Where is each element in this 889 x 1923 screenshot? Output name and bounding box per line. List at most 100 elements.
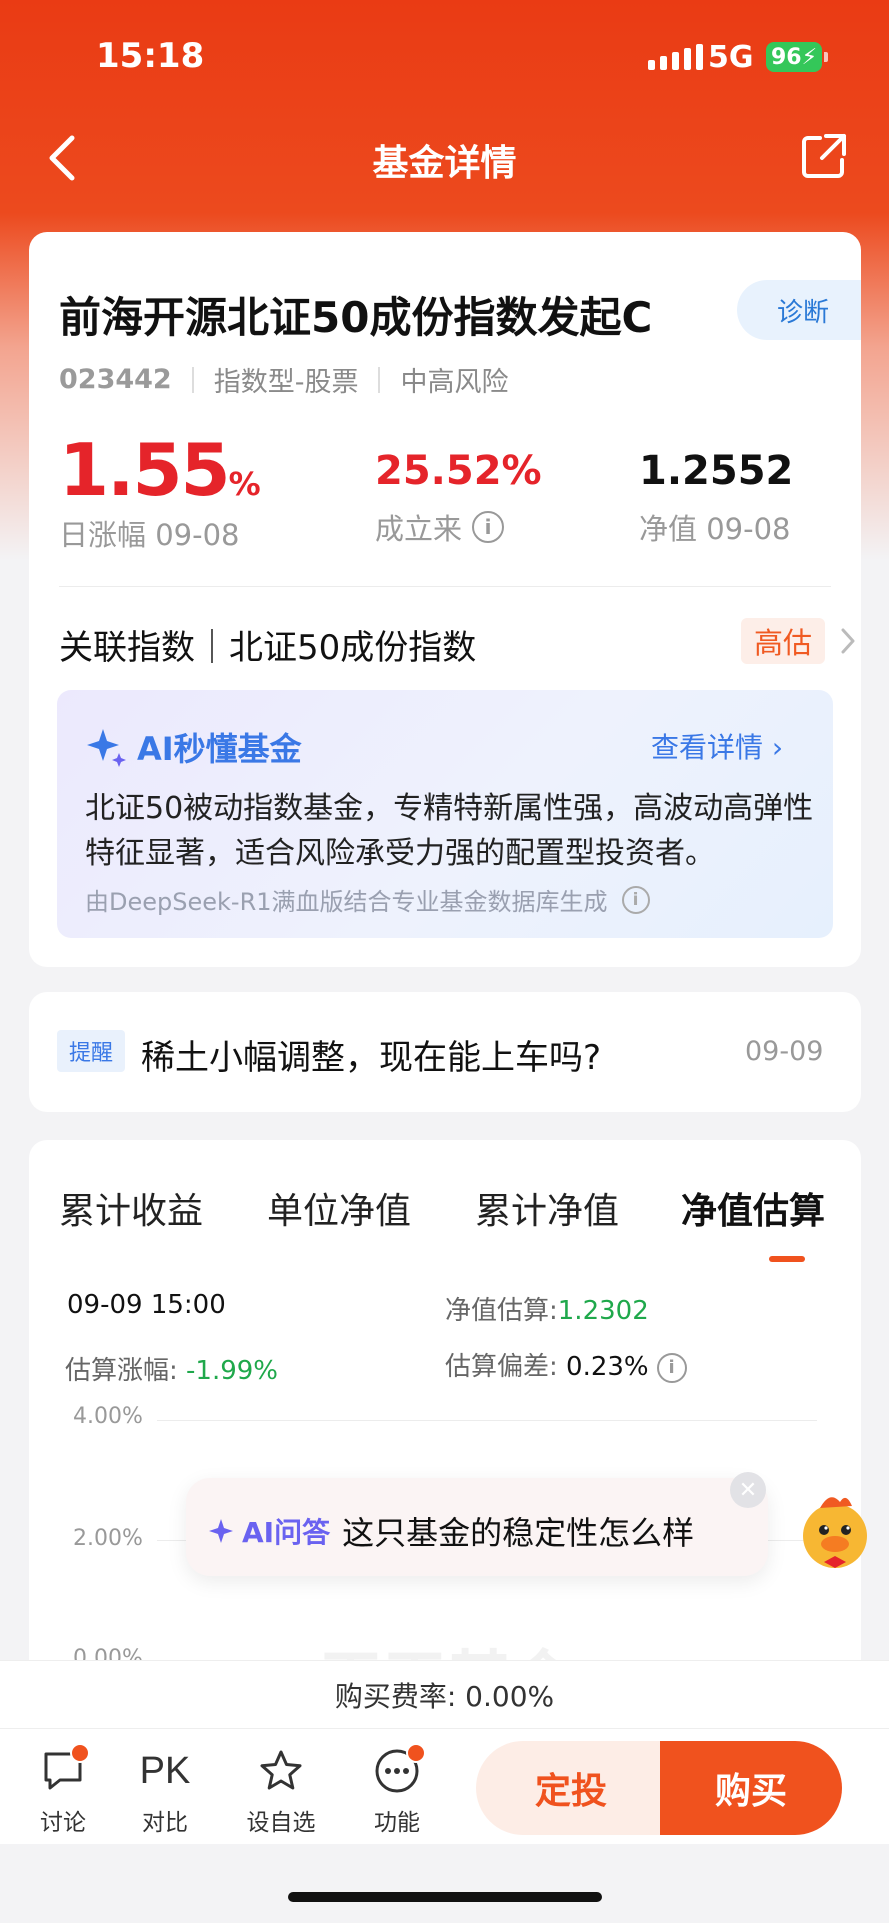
fund-code: 023442: [59, 364, 172, 395]
nav-stat: 1.2552 净值 09-08: [639, 448, 793, 548]
ai-summary-box[interactable]: AI秒懂基金 查看详情 › 北证50被动指数基金，专精特新属性强，高波动高弹性特…: [57, 690, 833, 938]
ai-summary-title: AI秒懂基金: [137, 730, 302, 768]
signal-strength-icon: [648, 44, 703, 70]
status-time: 15:18: [96, 36, 205, 76]
home-indicator[interactable]: [288, 1892, 602, 1902]
reminder-date: 09-09: [745, 1036, 824, 1067]
since-inception-value: 25.52%: [375, 448, 542, 494]
purchase-fee-text: 购买费率: 0.00%: [334, 1680, 555, 1713]
divider: [59, 586, 831, 587]
pk-icon: PK: [139, 1749, 191, 1792]
chevron-right-icon: [839, 626, 857, 664]
y-axis-label: 4.00%: [73, 1404, 143, 1429]
related-index-text: 关联指数｜北证50成份指数: [59, 628, 477, 668]
view-details-link[interactable]: 查看详情 ›: [651, 726, 783, 766]
estimate-change-value: -1.99%: [186, 1356, 279, 1386]
meta-divider: [378, 366, 381, 393]
estimate-time: 09-09 15:00: [67, 1290, 226, 1320]
grid-line: [157, 1420, 817, 1421]
diagnose-button[interactable]: 诊断: [737, 280, 861, 340]
daily-change-label: 日涨幅 09-08: [59, 518, 240, 552]
daily-change-unit: %: [228, 465, 261, 503]
functions-button[interactable]: 功能: [352, 1743, 442, 1837]
network-label: 5G: [708, 40, 754, 75]
ai-summary-footer: 由DeepSeek-R1满血版结合专业基金数据库生成 i: [85, 882, 650, 917]
estimate-deviation-label: 估算偏差:: [445, 1352, 558, 1382]
chart-tabs: 累计收益 单位净值 累计净值 净值估算: [59, 1182, 859, 1262]
since-inception-label: 成立来: [375, 512, 463, 546]
ai-ask-content: AI问答 这只基金的稳定性怎么样: [208, 1508, 694, 1554]
related-index-row[interactable]: 关联指数｜北证50成份指数 高估: [59, 610, 859, 670]
tab-cumulative-nav[interactable]: 累计净值: [475, 1182, 619, 1234]
bottom-action-bar: 讨论 PK 对比 设自选 功能 定投 购买: [0, 1728, 889, 1844]
info-icon[interactable]: i: [472, 511, 505, 543]
functions-icon-wrap: [352, 1743, 442, 1799]
performance-chart-card: 累计收益 单位净值 累计净值 净值估算 09-09 15:00 净值估算:1.2…: [29, 1140, 861, 1719]
nav-value: 1.2552: [639, 448, 794, 494]
fund-meta: 023442 指数型-股票 中高风险: [59, 360, 508, 399]
info-icon[interactable]: i: [621, 885, 650, 914]
discuss-label: 讨论: [40, 1810, 86, 1836]
estimate-deviation: 估算偏差: 0.23% i: [445, 1346, 687, 1383]
discuss-button[interactable]: 讨论: [18, 1743, 108, 1837]
ai-summary-body: 北证50被动指数基金，专精特新属性强，高波动高弹性特征显著，适合风险承受力强的配…: [85, 791, 814, 871]
mascot-icon[interactable]: [790, 1486, 880, 1576]
status-bar: 15:18 5G 96 ⚡: [0, 0, 889, 110]
fund-name: 前海开源北证50成份指数发起C: [59, 293, 653, 342]
ai-summary-title-row: AI秒懂基金: [85, 724, 302, 770]
compare-icon-wrap: PK: [120, 1743, 210, 1799]
battery-icon: 96 ⚡: [766, 42, 822, 72]
since-inception-label-row: 成立来 i: [375, 506, 542, 548]
nav-label: 净值 09-08: [639, 512, 791, 546]
sparkle-icon: [87, 729, 126, 767]
battery-level: 96: [770, 44, 802, 70]
fund-type: 指数型-股票: [213, 367, 359, 398]
auto-invest-button[interactable]: 定投: [476, 1741, 666, 1835]
sparkle-icon: [209, 1519, 233, 1543]
reminder-text: 稀土小幅调整，现在能上车吗?: [141, 1038, 602, 1078]
close-icon[interactable]: ✕: [730, 1472, 766, 1508]
y-axis-label: 2.00%: [73, 1526, 143, 1551]
estimate-deviation-value: 0.23%: [566, 1352, 649, 1382]
watchlist-label: 设自选: [246, 1810, 316, 1836]
view-details-label: 查看详情: [651, 731, 764, 764]
tab-unit-nav[interactable]: 单位净值: [267, 1182, 411, 1234]
estimate-change-label: 估算涨幅:: [65, 1356, 178, 1386]
notification-dot: [70, 1743, 90, 1763]
reminder-tag: 提醒: [57, 1030, 125, 1072]
ai-ask-tag: AI问答: [242, 1516, 331, 1549]
valuation-badge: 高估: [741, 618, 825, 664]
notification-dot: [406, 1743, 426, 1763]
estimate-time-value: 09-09 15:00: [67, 1290, 226, 1320]
ai-ask-question: 这只基金的稳定性怎么样: [342, 1514, 695, 1552]
fund-summary-card: 前海开源北证50成份指数发起C 诊断 023442 指数型-股票 中高风险 1.…: [29, 232, 861, 967]
info-icon[interactable]: i: [656, 1352, 687, 1383]
daily-change-stat: 1.55% 日涨幅 09-08: [59, 428, 261, 554]
share-icon[interactable]: [800, 132, 850, 182]
meta-divider: [191, 366, 194, 393]
daily-change-number: 1.55: [59, 428, 231, 512]
active-tab-indicator: [769, 1256, 805, 1262]
tab-nav-estimate[interactable]: 净值估算: [681, 1182, 825, 1234]
star-icon: [260, 1750, 302, 1790]
compare-label: 对比: [142, 1810, 188, 1836]
daily-change-value: 1.55%: [59, 428, 261, 512]
since-inception-stat: 25.52% 成立来 i: [375, 448, 542, 548]
ai-ask-bubble[interactable]: AI问答 这只基金的稳定性怎么样 ✕: [186, 1472, 768, 1576]
nav-bar: 基金详情: [0, 118, 889, 198]
watchlist-icon-wrap: [236, 1743, 326, 1799]
functions-label: 功能: [374, 1810, 420, 1836]
chevron-right-icon: ›: [771, 731, 784, 764]
fund-risk: 中高风险: [400, 367, 509, 398]
compare-button[interactable]: PK 对比: [120, 1743, 210, 1837]
reminder-card[interactable]: 提醒 稀土小幅调整，现在能上车吗? 09-09: [29, 992, 861, 1112]
estimate-nav-value: 1.2302: [557, 1296, 649, 1326]
estimate-nav: 净值估算:1.2302: [445, 1290, 649, 1327]
fee-bar: 购买费率: 0.00%: [0, 1660, 889, 1728]
add-watchlist-button[interactable]: 设自选: [236, 1743, 326, 1837]
estimate-change: 估算涨幅: -1.99%: [65, 1350, 278, 1387]
ai-summary-source: 由DeepSeek-R1满血版结合专业基金数据库生成: [85, 888, 608, 916]
tab-cumulative-return[interactable]: 累计收益: [59, 1182, 203, 1234]
battery-tip: [824, 52, 828, 62]
buy-button[interactable]: 购买: [660, 1741, 842, 1835]
